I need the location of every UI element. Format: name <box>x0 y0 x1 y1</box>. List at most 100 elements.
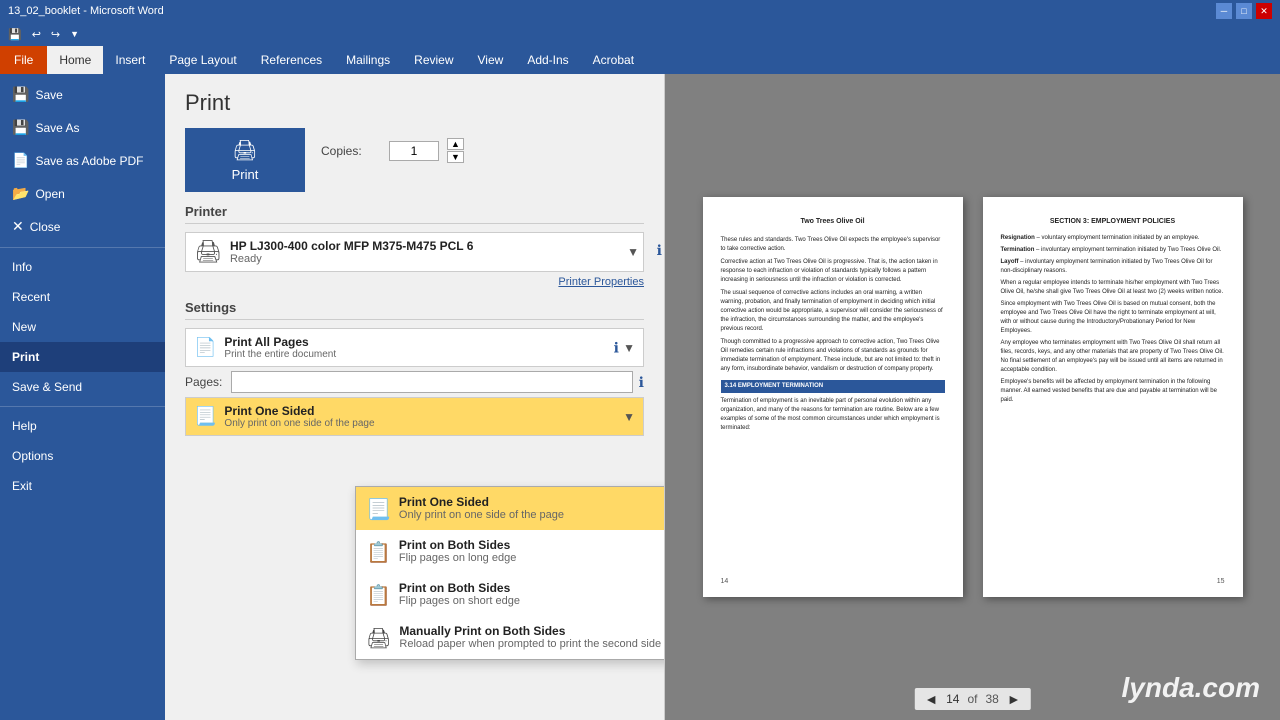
left-page-number: 14 <box>721 577 729 588</box>
print-panel: Print 🖨 Print Copies: ▲ ▼ Printer 🖨 HP <box>165 74 665 720</box>
tab-insert[interactable]: Insert <box>103 46 157 74</box>
tab-references[interactable]: References <box>249 46 334 74</box>
close-label: Close <box>30 220 61 234</box>
right-para-3: Layoff – involuntary employment terminat… <box>1001 258 1225 276</box>
preview-page-right: SECTION 3: EMPLOYMENT POLICIES Resignati… <box>983 197 1243 597</box>
pages-info-icon[interactable]: ℹ <box>639 374 644 391</box>
section-header-bar: 3.14 EMPLOYMENT TERMINATION <box>721 380 945 393</box>
left-para-2: Corrective action at Two Trees Olive Oil… <box>721 258 945 285</box>
backstage-print[interactable]: Print <box>0 342 165 372</box>
main-container: 💾 Save 💾 Save As 📄 Save as Adobe PDF 📂 O… <box>0 74 1280 720</box>
maximize-button[interactable]: □ <box>1236 3 1252 19</box>
manually-option-main: Manually Print on Both Sides <box>399 624 661 638</box>
print-all-pages-text: Print All Pages Print the entire documen… <box>224 335 619 360</box>
both-long-option-text: Print on Both Sides Flip pages on long e… <box>399 538 516 564</box>
one-sided-option-icon: 📃 <box>366 497 391 522</box>
backstage-close[interactable]: ✕ Close <box>0 210 165 243</box>
close-button[interactable]: ✕ <box>1256 3 1272 19</box>
help-label: Help <box>12 419 37 433</box>
dropdown-option-both-long[interactable]: 📋 Print on Both Sides Flip pages on long… <box>356 530 665 573</box>
customize-quick-access-button[interactable]: ▼ <box>66 27 83 41</box>
backstage-savesend[interactable]: Save & Send <box>0 372 165 402</box>
settings-section-title: Settings <box>185 300 644 320</box>
copies-label: Copies: <box>321 144 381 158</box>
printer-info: HP LJ300-400 color MFP M375-M475 PCL 6 R… <box>230 239 473 265</box>
one-sided-option-sub: Only print on one side of the page <box>399 509 564 521</box>
backstage-saveas[interactable]: 💾 Save As <box>0 111 165 144</box>
backstage-sidebar: 💾 Save 💾 Save As 📄 Save as Adobe PDF 📂 O… <box>0 74 165 720</box>
print-all-pages-main: Print All Pages <box>224 335 619 349</box>
minimize-button[interactable]: ─ <box>1216 3 1232 19</box>
backstage-info[interactable]: Info <box>0 252 165 282</box>
preview-page-left: Two Trees Olive Oil These rules and stan… <box>703 197 963 597</box>
save-icon: 💾 <box>12 86 29 103</box>
right-para-6: Any employee who terminates employment w… <box>1001 339 1225 375</box>
print-all-pages-dropdown-icon[interactable]: ▼ <box>623 341 635 355</box>
prev-page-button[interactable]: ◄ <box>924 691 938 707</box>
dropdown-option-manually[interactable]: 🖨 Manually Print on Both Sides Reload pa… <box>356 616 665 659</box>
copies-up-button[interactable]: ▲ <box>447 138 464 150</box>
left-page-title: Two Trees Olive Oil <box>721 217 945 228</box>
tab-view[interactable]: View <box>466 46 516 74</box>
next-page-button[interactable]: ► <box>1007 691 1021 707</box>
print-all-pages-sub: Print the entire document <box>224 349 619 360</box>
right-page-number: 15 <box>1217 577 1225 588</box>
backstage-save[interactable]: 💾 Save <box>0 78 165 111</box>
tab-mailings[interactable]: Mailings <box>334 46 402 74</box>
sidebar-divider1 <box>0 247 165 248</box>
save-label: Save <box>35 88 62 102</box>
printer-row[interactable]: 🖨 HP LJ300-400 color MFP M375-M475 PCL 6… <box>185 232 644 272</box>
left-section-text: Termination of employment is an inevitab… <box>721 397 945 433</box>
dropdown-option-one-sided[interactable]: 📃 Print One Sided Only print on one side… <box>356 487 665 530</box>
total-pages-number: 38 <box>986 692 999 706</box>
preview-area: Two Trees Olive Oil These rules and stan… <box>665 74 1280 720</box>
print-button-label: Print <box>232 167 259 182</box>
tab-addins[interactable]: Add-Ins <box>515 46 580 74</box>
printer-status: Ready <box>230 253 473 265</box>
print-one-sided-sub: Only print on one side of the page <box>224 418 619 429</box>
lynda-logo: lynda.com <box>1122 672 1260 704</box>
page-navigation: ◄ 14 of 38 ► <box>914 688 1030 710</box>
printer-properties-link[interactable]: Printer Properties <box>185 276 644 288</box>
dropdown-option-both-short[interactable]: 📋 Print on Both Sides Flip pages on shor… <box>356 573 665 616</box>
tab-file[interactable]: File <box>0 46 47 74</box>
tab-acrobat[interactable]: Acrobat <box>581 46 646 74</box>
printer-selector: 🖨 HP LJ300-400 color MFP M375-M475 PCL 6… <box>185 232 644 272</box>
printer-name: HP LJ300-400 color MFP M375-M475 PCL 6 <box>230 239 473 253</box>
save-quick-button[interactable]: 💾 <box>4 26 26 43</box>
backstage-saveadobe[interactable]: 📄 Save as Adobe PDF <box>0 144 165 177</box>
print-one-sided-row[interactable]: 📃 Print One Sided Only print on one side… <box>185 397 644 436</box>
current-page-number: 14 <box>946 692 959 706</box>
backstage-new[interactable]: New <box>0 312 165 342</box>
printer-info-icon[interactable]: ℹ <box>657 242 662 259</box>
redo-button[interactable]: ↪ <box>47 26 64 43</box>
tab-review[interactable]: Review <box>402 46 465 74</box>
print-button[interactable]: 🖨 Print <box>185 128 305 192</box>
printer-icon: 🖨 <box>194 239 222 265</box>
printer-dropdown-icon[interactable]: ▼ <box>627 245 639 259</box>
both-short-option-main: Print on Both Sides <box>399 581 520 595</box>
manually-option-text: Manually Print on Both Sides Reload pape… <box>399 624 661 650</box>
backstage-recent[interactable]: Recent <box>0 282 165 312</box>
tab-home[interactable]: Home <box>47 46 103 74</box>
print-one-sided-dropdown-icon[interactable]: ▼ <box>623 410 635 424</box>
print-all-pages-icon: 📄 <box>194 337 216 358</box>
right-para-2: Termination – involuntary employment ter… <box>1001 246 1225 255</box>
right-para-5: Since employment with Two Trees Olive Oi… <box>1001 300 1225 336</box>
backstage-help[interactable]: Help <box>0 411 165 441</box>
both-long-option-main: Print on Both Sides <box>399 538 516 552</box>
pages-input[interactable] <box>231 371 633 393</box>
tab-page-layout[interactable]: Page Layout <box>157 46 248 74</box>
copies-input[interactable] <box>389 141 439 161</box>
copies-down-button[interactable]: ▼ <box>447 151 464 163</box>
backstage-open[interactable]: 📂 Open <box>0 177 165 210</box>
right-para-7: Employee's benefits will be affected by … <box>1001 378 1225 405</box>
print-all-pages-row[interactable]: 📄 Print All Pages Print the entire docum… <box>185 328 644 367</box>
both-short-option-text: Print on Both Sides Flip pages on short … <box>399 581 520 607</box>
undo-button[interactable]: ↩ <box>28 26 45 43</box>
print-all-pages-info-icon[interactable]: ℹ <box>614 339 619 356</box>
backstage-options[interactable]: Options <box>0 441 165 471</box>
titlebar: 13_02_booklet - Microsoft Word ─ □ ✕ <box>0 0 1280 22</box>
window-controls[interactable]: ─ □ ✕ <box>1216 3 1272 19</box>
backstage-exit[interactable]: Exit <box>0 471 165 501</box>
